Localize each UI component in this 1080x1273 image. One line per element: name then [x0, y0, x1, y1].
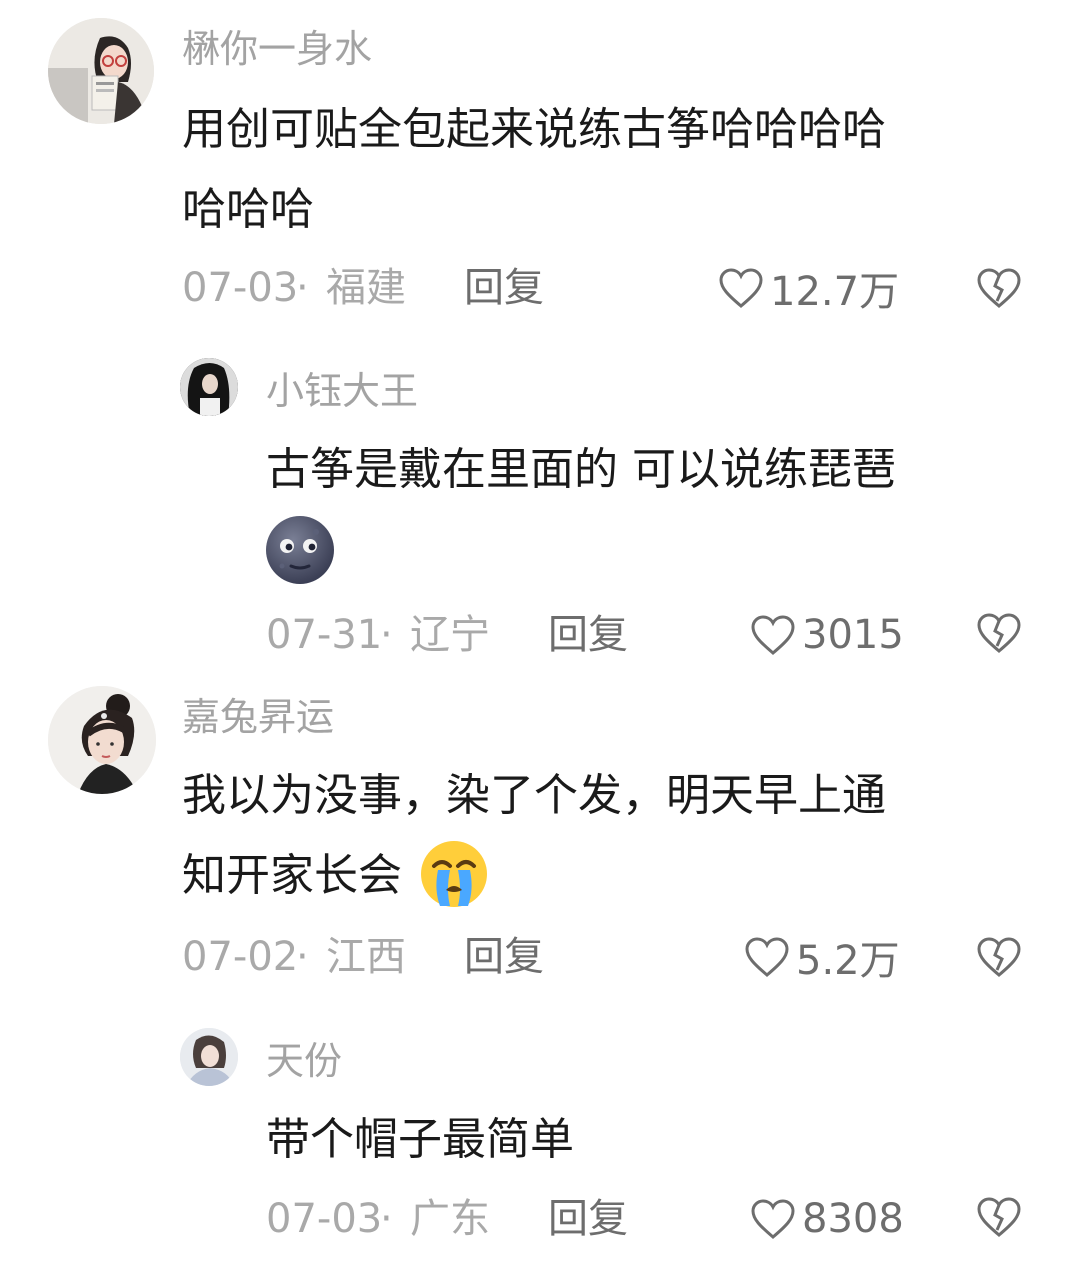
reply-item: 天份 带个帽子最简单 07-03 · 广东 回复 8308 — [0, 1000, 1080, 1273]
crying-face-icon — [421, 841, 487, 907]
reply-button[interactable]: 回复 — [464, 932, 544, 982]
broken-heart-icon[interactable] — [976, 265, 1022, 311]
broken-heart-icon[interactable] — [976, 1194, 1022, 1240]
comment-date: 07-02 — [182, 934, 299, 980]
user-avatar[interactable] — [48, 18, 154, 124]
like-count: 3015 — [802, 612, 904, 658]
comment-date: 07-03 — [266, 1196, 383, 1242]
comment-location: 江西 — [326, 934, 406, 980]
comment-text-line: 带个帽子最简单 — [266, 1114, 574, 1165]
broken-heart-icon[interactable] — [976, 610, 1022, 656]
username[interactable]: 小钰大王 — [266, 368, 418, 414]
like-count: 5.2万 — [796, 938, 900, 984]
avatar-woman-glasses-reading-icon — [48, 18, 154, 124]
like-button[interactable]: 5.2万 — [744, 932, 900, 984]
new-moon-face-icon — [266, 516, 334, 584]
user-avatar[interactable] — [48, 686, 156, 794]
heart-icon — [751, 1199, 795, 1239]
avatar-portrait-light-icon — [180, 1028, 238, 1086]
comment-separator: · — [296, 934, 309, 980]
comment-text-segment: 知开家长会 — [182, 850, 402, 901]
username[interactable]: 楙你一身水 — [182, 26, 372, 72]
reply-button[interactable]: 回复 — [548, 1194, 628, 1244]
like-count: 12.7万 — [770, 269, 900, 315]
username[interactable]: 嘉兔昇运 — [182, 694, 334, 740]
comment-text-line: 用创可贴全包起来说练古筝哈哈哈哈 — [182, 104, 886, 155]
broken-heart-icon[interactable] — [976, 934, 1022, 980]
comment-item: 楙你一身水 用创可贴全包起来说练古筝哈哈哈哈 哈哈哈 07-03 · 福建 回复… — [0, 0, 1080, 330]
comment-location: 福建 — [326, 265, 406, 311]
avatar-woman-updo-icon — [48, 686, 156, 794]
comment-text-line: 我以为没事，染了个发，明天早上通 — [182, 770, 886, 821]
heart-icon — [719, 268, 763, 308]
comment-text-line: 哈哈哈 — [182, 184, 314, 235]
avatar-dark-portrait-icon — [180, 358, 238, 416]
new-moon-face-emoji — [264, 514, 336, 586]
comment-separator: · — [380, 1196, 393, 1242]
heart-icon — [745, 937, 789, 977]
comment-text-line: 古筝是戴在里面的 可以说练琵琶 — [266, 444, 896, 495]
comment-location: 辽宁 — [410, 612, 490, 658]
comment-text-line: 知开家长会 — [182, 836, 490, 916]
username[interactable]: 天份 — [266, 1038, 342, 1084]
like-button[interactable]: 3015 — [750, 610, 904, 660]
user-avatar[interactable] — [180, 358, 238, 416]
reply-item: 小钰大王 古筝是戴在里面的 可以说练琵琶 07-31 · 辽宁 回复 3015 — [0, 330, 1080, 670]
comment-item: 嘉兔昇运 我以为没事，染了个发，明天早上通 知开家长会 07-02 · 江西 回… — [0, 670, 1080, 1000]
heart-icon — [751, 615, 795, 655]
like-count: 8308 — [802, 1196, 904, 1242]
comment-location: 广东 — [410, 1196, 490, 1242]
reply-button[interactable]: 回复 — [464, 263, 544, 313]
like-button[interactable]: 8308 — [750, 1194, 904, 1244]
user-avatar[interactable] — [180, 1028, 238, 1086]
comment-separator: · — [296, 265, 309, 311]
like-button[interactable]: 12.7万 — [718, 263, 899, 315]
comment-separator: · — [380, 612, 393, 658]
comment-date: 07-03 — [182, 265, 299, 311]
reply-button[interactable]: 回复 — [548, 610, 628, 660]
comment-date: 07-31 — [266, 612, 383, 658]
